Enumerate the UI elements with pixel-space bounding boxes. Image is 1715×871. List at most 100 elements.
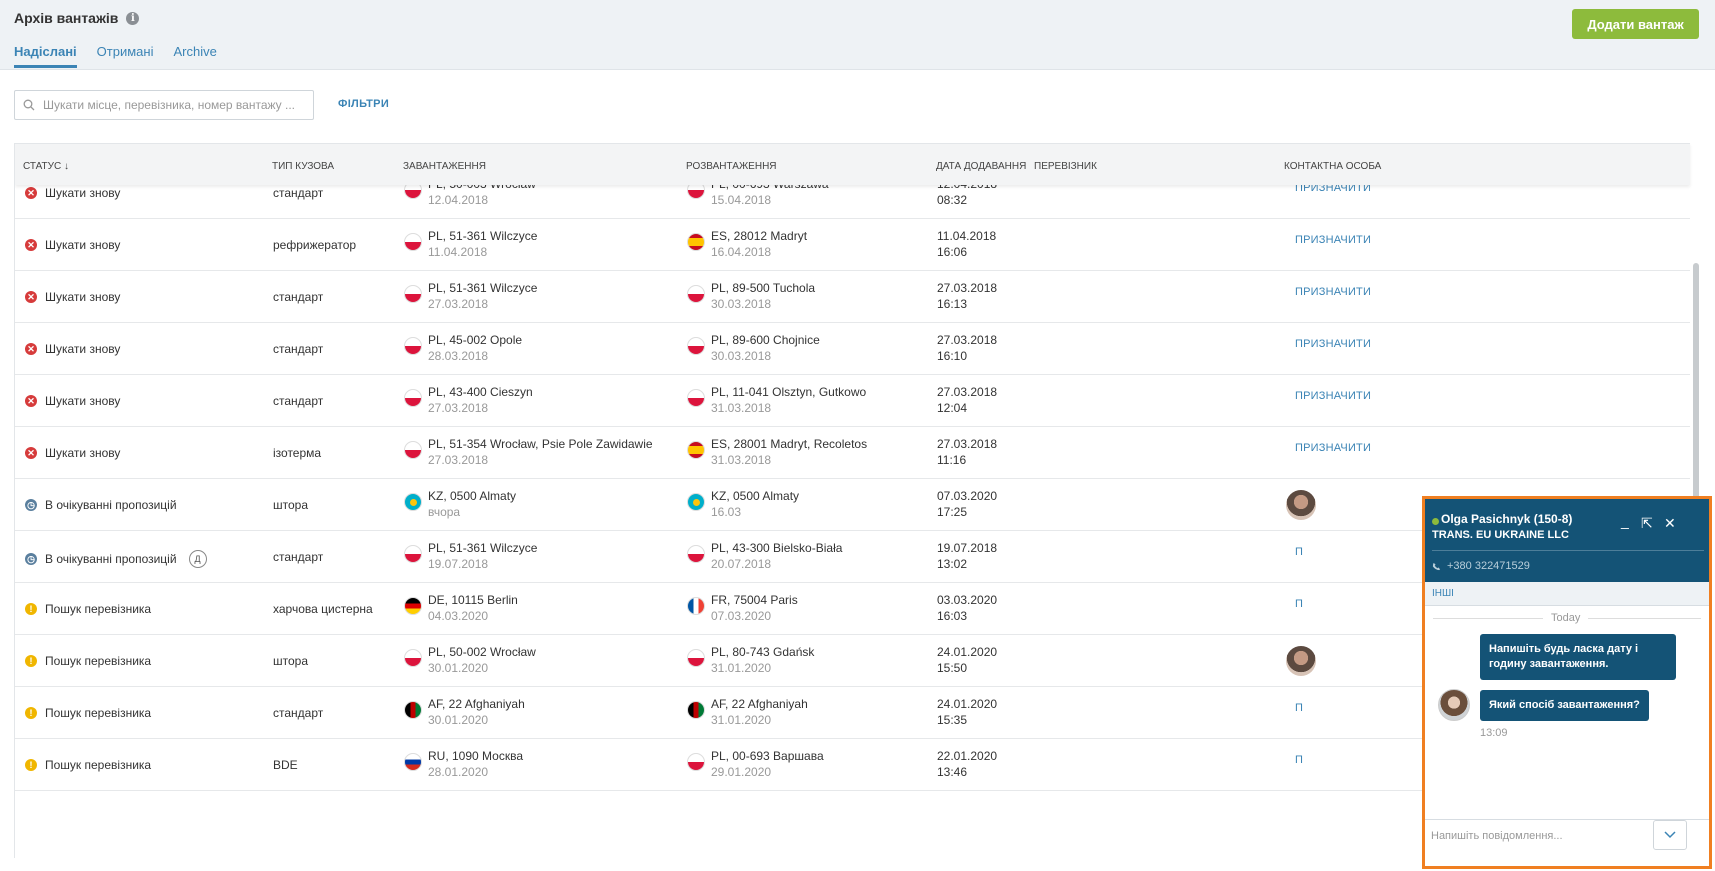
date-added-cell: 27.03.2018 16:13 bbox=[937, 281, 997, 311]
flag-af-icon bbox=[404, 701, 422, 719]
unloading-place: PL, 43-300 Bielsko-Biała bbox=[711, 541, 843, 555]
table-row[interactable]: ✕ Шукати знову рефрижератор PL, 51-361 Wilc… bbox=[15, 219, 1690, 271]
search-box bbox=[14, 90, 314, 120]
assign-contact-link[interactable]: П bbox=[1295, 702, 1303, 714]
column-status[interactable]: СТАТУС ↓ bbox=[23, 161, 69, 172]
status-x-icon: ✕ bbox=[25, 239, 37, 251]
time-added: 08:32 bbox=[937, 193, 968, 207]
table-row[interactable]: ✕ Шукати знову стандарт PL, 43-400 Cieszyn 2… bbox=[15, 375, 1690, 427]
table-row[interactable]: ✕ Шукати знову ізотерма PL, 51-354 Wrocław,… bbox=[15, 427, 1690, 479]
chat-input-area bbox=[1425, 819, 1709, 866]
date-added-cell: 22.01.2020 13:46 bbox=[937, 749, 997, 779]
assign-contact-link[interactable]: ПРИЗНАЧИТИ bbox=[1295, 338, 1371, 350]
status-x-icon: ✕ bbox=[25, 447, 37, 459]
assign-contact-link[interactable]: ПРИЗНАЧИТИ bbox=[1295, 234, 1371, 246]
close-icon[interactable]: ✕ bbox=[1664, 515, 1676, 532]
expand-icon[interactable]: ⇱ bbox=[1641, 515, 1653, 532]
unloading-place: PL, 89-500 Tuchola bbox=[711, 281, 816, 295]
assign-contact-link[interactable]: ПРИЗНАЧИТИ bbox=[1295, 390, 1371, 402]
tab-received[interactable]: Отримані bbox=[97, 44, 154, 68]
unloading-cell: AF, 22 Afghaniyah 31.01.2020 bbox=[687, 697, 808, 727]
loading-cell: PL, 50-002 Wrocław 30.01.2020 bbox=[404, 645, 536, 675]
unloading-date: 30.03.2018 bbox=[711, 297, 772, 311]
status-cell: ! Пошук перевізника bbox=[25, 602, 151, 616]
avatar bbox=[1438, 689, 1470, 721]
unloading-date: 31.03.2018 bbox=[711, 453, 772, 467]
table-row[interactable]: ✕ Шукати знову стандарт PL, 45-002 Opole 28.… bbox=[15, 323, 1690, 375]
assign-contact-link[interactable]: ПРИЗНАЧИТИ bbox=[1295, 442, 1371, 454]
assign-contact-link[interactable]: ПРИЗНАЧИТИ bbox=[1295, 286, 1371, 298]
phone-icon bbox=[1432, 562, 1441, 570]
body-type-cell: BDE bbox=[273, 758, 298, 772]
assign-contact-link[interactable]: П bbox=[1295, 598, 1303, 610]
status-cell: ! Пошук перевізника bbox=[25, 654, 151, 668]
body-type-cell: харчова цистерна bbox=[273, 602, 373, 616]
loading-cell: PL, 51-361 Wilczyce 19.07.2018 bbox=[404, 541, 537, 571]
info-icon[interactable]: i bbox=[126, 11, 140, 25]
search-input[interactable] bbox=[43, 98, 303, 112]
chat-header-divider bbox=[1432, 550, 1704, 551]
time-added: 15:50 bbox=[937, 661, 968, 675]
date-added: 27.03.2018 bbox=[937, 385, 998, 399]
flag-es-icon bbox=[687, 233, 705, 251]
loading-date: 27.03.2018 bbox=[428, 297, 489, 311]
status-text: Шукати знову bbox=[45, 446, 121, 460]
send-options-button[interactable] bbox=[1653, 820, 1687, 850]
body-type-cell: стандарт bbox=[273, 550, 324, 564]
loading-cell: PL, 51-361 Wilczyce 27.03.2018 bbox=[404, 281, 537, 311]
status-x-icon: ✕ bbox=[25, 343, 37, 355]
time-added: 12:04 bbox=[937, 401, 968, 415]
status-text: Пошук перевізника bbox=[45, 758, 152, 772]
date-added-cell: 11.04.2018 16:06 bbox=[937, 229, 996, 259]
chat-header: Olga Pasichnyk (150-8) TRANS. EU UKRAINE… bbox=[1425, 499, 1709, 582]
assign-contact-link[interactable]: П bbox=[1295, 546, 1303, 558]
page-title-text: Архів вантажів bbox=[14, 10, 119, 26]
filters-link[interactable]: ФІЛЬТРИ bbox=[338, 98, 389, 110]
chat-message-input[interactable] bbox=[1431, 830, 1651, 842]
loading-cell: AF, 22 Afghaniyah 30.01.2020 bbox=[404, 697, 525, 727]
loading-date: 28.03.2018 bbox=[428, 349, 489, 363]
body-type-cell: рефрижератор bbox=[273, 238, 357, 252]
date-added: 27.03.2018 bbox=[937, 437, 998, 451]
loading-date: 30.01.2020 bbox=[428, 661, 489, 675]
unloading-cell: PL, 80-743 Gdańsk 31.01.2020 bbox=[687, 645, 814, 675]
body-type-cell: стандарт bbox=[273, 290, 324, 304]
status-cell: ◷ В очікуванні пропозицій bbox=[25, 498, 177, 512]
status-clock-icon: ◷ bbox=[25, 553, 37, 565]
flag-pl-icon bbox=[687, 389, 705, 407]
unloading-place: PL, 11-041 Olsztyn, Gutkowo bbox=[711, 385, 867, 399]
flag-de-icon bbox=[404, 597, 422, 615]
unloading-date: 20.07.2018 bbox=[711, 557, 772, 571]
status-x-icon: ✕ bbox=[25, 291, 37, 303]
date-added-cell: 27.03.2018 11:16 bbox=[937, 437, 997, 467]
time-added: 16:13 bbox=[937, 297, 968, 311]
chat-tabs: ІНШІ bbox=[1425, 582, 1709, 606]
status-text: Пошук перевізника bbox=[45, 706, 152, 720]
time-added: 17:25 bbox=[937, 505, 968, 519]
chat-phone: +380 322471529 bbox=[1432, 560, 1530, 572]
status-text: Шукати знову bbox=[45, 238, 121, 252]
loading-place: PL, 43-400 Cieszyn bbox=[428, 385, 533, 399]
status-text: Шукати знову bbox=[45, 290, 121, 304]
unloading-place: PL, 00-693 Варшава bbox=[711, 749, 824, 763]
date-added: 24.01.2020 bbox=[937, 697, 998, 711]
chat-tab-other[interactable]: ІНШІ bbox=[1432, 588, 1454, 599]
flag-fr-icon bbox=[687, 597, 705, 615]
status-badge: Д bbox=[188, 550, 207, 568]
time-added: 16:10 bbox=[937, 349, 968, 363]
flag-pl-icon bbox=[404, 233, 422, 251]
tab-sent[interactable]: Надіслані bbox=[14, 44, 77, 68]
tab-archive[interactable]: Archive bbox=[173, 44, 216, 68]
assign-contact-link[interactable]: П bbox=[1295, 754, 1303, 766]
add-cargo-button[interactable]: Додати вантаж bbox=[1572, 9, 1699, 39]
column-contact: КОНТАКТНА ОСОБА bbox=[1284, 161, 1382, 172]
status-text: Шукати знову bbox=[45, 394, 121, 408]
unloading-date: 07.03.2020 bbox=[711, 609, 772, 623]
minimize-icon[interactable]: _ bbox=[1621, 513, 1629, 529]
table-row[interactable]: ✕ Шукати знову стандарт PL, 51-361 Wilczyce… bbox=[15, 271, 1690, 323]
time-added: 16:03 bbox=[937, 609, 968, 623]
flag-pl-icon bbox=[404, 337, 422, 355]
time-added: 13:46 bbox=[937, 765, 968, 779]
flag-pl-icon bbox=[687, 285, 705, 303]
date-added-cell: 03.03.2020 16:03 bbox=[937, 593, 997, 623]
